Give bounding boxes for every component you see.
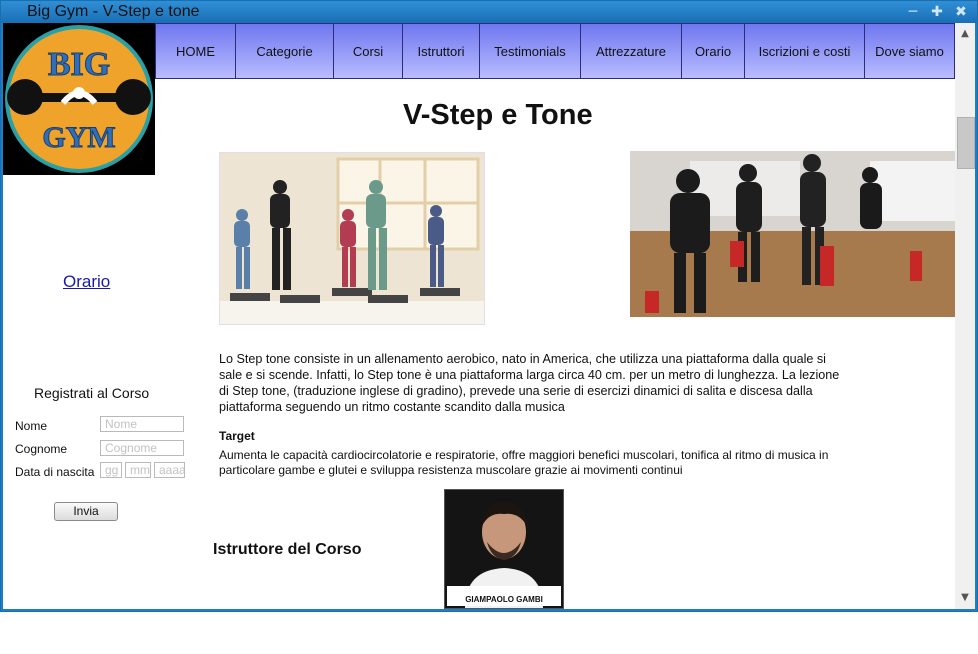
- birth-month-input[interactable]: mm: [125, 462, 151, 478]
- orario-link[interactable]: Orario: [63, 272, 110, 292]
- main-navigation: HOME Categorie Corsi Istruttori Testimon…: [155, 23, 955, 79]
- minimize-icon[interactable]: ─: [903, 3, 923, 21]
- name-input[interactable]: Nome: [100, 416, 184, 432]
- course-description: Lo Step tone consiste in un allenamento …: [219, 352, 840, 414]
- nav-item-iscrizioni[interactable]: Iscrizioni e costi: [744, 23, 864, 79]
- maximize-icon[interactable]: ✚: [927, 3, 947, 21]
- nav-item-dove-siamo[interactable]: Dove siamo: [864, 23, 955, 79]
- page-title: V-Step e Tone: [403, 99, 593, 131]
- surname-label: Cognome: [15, 442, 68, 456]
- svg-text:BIG: BIG: [48, 46, 110, 83]
- scroll-thumb[interactable]: [957, 117, 975, 169]
- target-heading: Target: [219, 429, 255, 443]
- submit-button[interactable]: Invia: [54, 502, 118, 521]
- nav-item-home[interactable]: HOME: [155, 23, 235, 79]
- instructor-photo: GIAMPAOLO GAMBI: [444, 489, 564, 609]
- window-title: Big Gym - V-Step e tone: [27, 3, 200, 20]
- registration-form-title: Registrati al Corso: [34, 385, 150, 401]
- browser-window: Big Gym - V-Step e tone ─ ✚ ✖ BIG GYM HO…: [0, 0, 978, 612]
- scroll-up-icon[interactable]: ▲: [955, 25, 975, 43]
- name-label: Nome: [15, 419, 48, 433]
- nav-item-testimonials[interactable]: Testimonials: [479, 23, 580, 79]
- page-content: BIG GYM HOME Categorie Corsi Istruttori …: [3, 23, 955, 609]
- instructor-name-caption: GIAMPAOLO GAMBI: [465, 595, 543, 604]
- nav-item-categorie[interactable]: Categorie: [235, 23, 333, 79]
- surname-input[interactable]: Cognome: [100, 440, 184, 456]
- nav-item-istruttori[interactable]: Istruttori: [402, 23, 479, 79]
- nav-item-corsi[interactable]: Corsi: [333, 23, 402, 79]
- nav-item-attrezzature[interactable]: Attrezzature: [580, 23, 681, 79]
- gym-class-photo: [630, 151, 955, 317]
- close-icon[interactable]: ✖: [951, 3, 971, 21]
- scroll-down-icon[interactable]: ▼: [955, 589, 975, 607]
- birth-day-input[interactable]: gg: [100, 462, 122, 478]
- birth-date-label: Data di nascita: [15, 465, 95, 479]
- target-text: Aumenta le capacità cardiocircolatorie e…: [219, 448, 829, 477]
- title-bar[interactable]: Big Gym - V-Step e tone ─ ✚ ✖: [1, 1, 977, 23]
- svg-text:GYM: GYM: [42, 121, 115, 154]
- instructor-heading: Istruttore del Corso: [213, 541, 362, 558]
- step-class-photo: [219, 152, 485, 325]
- big-gym-logo[interactable]: BIG GYM: [3, 23, 155, 175]
- nav-item-orario[interactable]: Orario: [681, 23, 744, 79]
- birth-year-input[interactable]: aaaa: [154, 462, 185, 478]
- vertical-scrollbar[interactable]: ▲ ▼: [955, 23, 975, 609]
